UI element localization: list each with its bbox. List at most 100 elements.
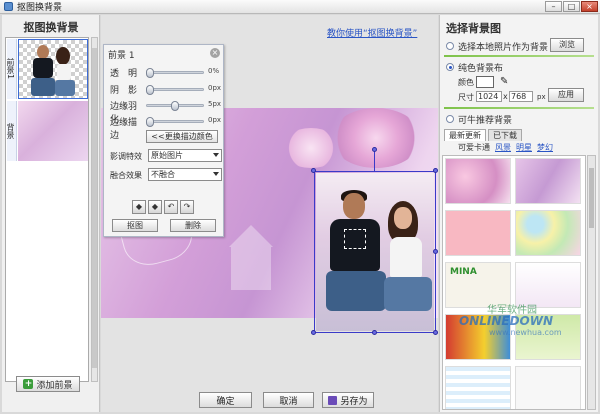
window-title: 抠图换背景 [17,3,63,13]
background-tabs: 最新更新 已下载 [444,129,524,141]
background-thumbnail [18,101,88,161]
ok-button[interactable]: 确定 [199,392,252,408]
eyedropper-icon[interactable]: ✎ [500,76,508,87]
foreground-thumbnail [18,39,88,99]
opacity-slider[interactable] [146,68,204,78]
gallery-tile[interactable] [515,366,581,409]
tile-text: MINA [450,267,477,277]
resize-handle-bottom-right[interactable] [433,330,438,335]
app-icon [4,2,13,11]
slider-value: 5px [208,100,222,108]
shadow-slider-row: 阴 影 0px [108,83,223,96]
cancel-button[interactable]: 取消 [263,392,314,408]
option-local-label: 选择本地照片作为背景 [458,43,549,53]
dialog-close-icon[interactable]: × [210,48,220,58]
delete-button[interactable]: 删除 [170,219,216,232]
category-cartoon[interactable]: 可爱卡通 [458,142,490,153]
watermark-logo: ONLINEDOWN [459,314,554,328]
rotate-right-icon[interactable]: ↷ [180,200,194,214]
section-divider [444,107,594,109]
feather-slider[interactable] [146,101,204,111]
close-button[interactable]: × [581,1,598,12]
resize-handle-top-right[interactable] [433,168,438,173]
right-panel-heading: 选择背景图 [446,22,501,35]
bottom-toolbar: 确定 取消 另存为 [101,392,438,412]
layer-list-scrollbar[interactable] [91,37,98,382]
minimize-button[interactable]: – [545,1,562,12]
category-star[interactable]: 明星 [516,142,532,153]
foreground-selection[interactable] [314,171,436,333]
layer-item-background[interactable]: 背景 [6,101,89,163]
chevron-down-icon [213,172,219,176]
gallery-scrollbar[interactable] [587,155,596,410]
gallery-tile[interactable] [445,158,511,204]
transform-toolbar: ◆ ◆ ↶ ↷ [132,200,194,214]
window-controls: – □ × [545,1,598,12]
slider-knob[interactable] [171,101,179,111]
blend-select[interactable]: 不融合 [148,168,222,181]
change-stroke-color-button[interactable]: <<更换描边颜色 [146,130,218,143]
slider-knob[interactable] [146,85,154,95]
blend-label: 融合效果 [110,171,142,180]
flip-horizontal-icon[interactable]: ◆ [132,200,146,214]
help-link[interactable]: 教你使用“抠图换背景” [327,26,417,39]
radio-recommended[interactable] [446,115,454,123]
color-swatch[interactable] [476,76,494,88]
stroke-slider[interactable] [146,117,204,127]
radio-local-photo[interactable] [446,42,454,50]
maximize-button[interactable]: □ [563,1,580,12]
browse-button[interactable]: 浏览 [550,38,584,52]
slider-knob[interactable] [146,117,154,127]
gallery-tile[interactable] [515,158,581,204]
rotate-left-icon[interactable]: ↶ [164,200,178,214]
resize-handle-middle-right[interactable] [433,249,438,254]
category-links: 可爱卡通 风景 明星 梦幻 [458,142,553,153]
left-panel: 抠图换背景 前景1 背景 + 添加前景 [2,15,100,412]
resize-handle-bottom-center[interactable] [372,330,377,335]
category-scenery[interactable]: 风景 [495,142,511,153]
times-sign: x [503,92,508,101]
gallery-tile[interactable] [515,210,581,256]
layer-item-foreground[interactable]: 前景1 [6,39,89,101]
save-as-button[interactable]: 另存为 [322,392,374,408]
layer-tag: 背景 [6,101,17,161]
left-panel-heading: 抠图换背景 [23,21,79,34]
woman-figure [380,201,432,311]
resize-handle-bottom-left[interactable] [311,330,316,335]
cutout-button[interactable]: 抠图 [112,219,158,232]
layer-list: 前景1 背景 [5,37,89,382]
effect-select[interactable]: 原始图片 [148,149,222,162]
effect-row: 影调特效 原始图片 [110,149,222,163]
slider-knob[interactable] [146,68,154,78]
rose-decoration [331,108,421,168]
foreground-photo [316,173,434,331]
add-layer-button[interactable]: + 添加前景 [16,376,80,392]
gallery-tile[interactable] [445,366,511,409]
right-panel: 选择背景图 选择本地照片作为背景 浏览 纯色背景布 颜色 ✎ 尺寸 1024 x… [439,15,598,412]
option-recommend-label: 可牛推荐背景 [458,116,513,126]
gallery-tile[interactable] [445,210,511,256]
slider-label: 阴 影 [110,86,138,96]
slider-value: 0% [208,67,220,75]
add-layer-label: 添加前景 [36,380,73,391]
width-input[interactable]: 1024 [476,91,502,102]
shadow-slider[interactable] [146,85,204,95]
church-decoration [221,220,281,290]
blend-row: 融合效果 不融合 [110,168,222,182]
radio-solid-background[interactable] [446,63,454,71]
man-figure [326,190,386,311]
height-input[interactable]: 768 [509,91,533,102]
rotate-handle[interactable] [372,147,377,152]
slider-value: 0px [208,84,222,92]
flip-vertical-icon[interactable]: ◆ [148,200,162,214]
couple-thumbnail-icon [31,45,75,96]
slider-label: 边缘描边 [110,118,138,141]
apply-button[interactable]: 应用 [548,88,584,102]
category-fantasy[interactable]: 梦幻 [537,142,553,153]
tab-downloaded[interactable]: 已下载 [488,129,522,141]
effect-label: 影调特效 [110,152,142,161]
tab-latest[interactable]: 最新更新 [444,129,486,141]
unit-label: px [537,93,546,101]
save-as-label: 另存为 [340,396,368,407]
resize-handle-top-left[interactable] [311,168,316,173]
